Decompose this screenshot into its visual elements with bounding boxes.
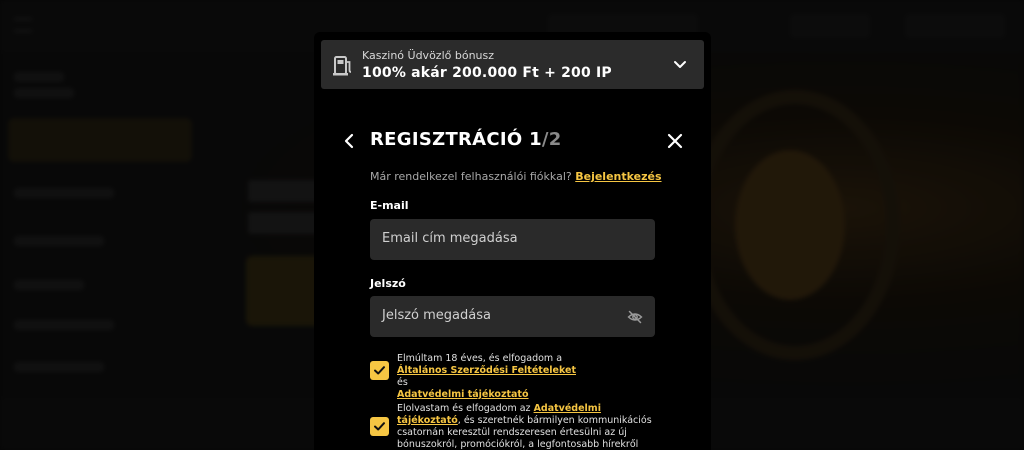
password-field[interactable]: Jelszó megadása — [370, 296, 655, 337]
privacy-link[interactable]: Adatvédelmi tájékoztató — [397, 389, 529, 400]
marketing-checkbox[interactable] — [370, 417, 389, 436]
fuel-pump-icon — [333, 53, 353, 77]
chevron-left-icon[interactable] — [340, 132, 358, 150]
password-placeholder: Jelszó megadása — [382, 308, 491, 323]
check-icon — [374, 422, 385, 431]
login-link[interactable]: Bejelentkezés — [575, 170, 661, 183]
login-prompt: Már rendelkezel felhasználói fiókkal? Be… — [370, 170, 662, 183]
page-title: REGISZTRÁCIÓ 1/2 — [370, 129, 562, 150]
marketing-text: Elolvastam és elfogadom az — [397, 403, 534, 414]
email-field[interactable]: Email cím megadása — [370, 219, 655, 260]
terms-consent-text: Elmúltam 18 éves, és elfogadom a Általán… — [397, 353, 587, 401]
registration-modal: Kaszinó Üdvözlő bónusz 100% akár 200.000… — [314, 32, 711, 450]
check-icon — [374, 366, 385, 375]
email-placeholder: Email cím megadása — [382, 231, 518, 246]
close-icon[interactable] — [666, 132, 684, 150]
login-question: Már rendelkezel felhasználói fiókkal? — [370, 170, 572, 183]
title-step: REGISZTRÁCIÓ 1 — [370, 129, 542, 150]
marketing-consent-text: Elolvastam és elfogadom az Adatvédelmi t… — [397, 403, 659, 450]
eye-off-icon[interactable] — [627, 309, 643, 325]
chevron-down-icon[interactable] — [672, 56, 688, 72]
terms-text: Elmúltam 18 éves, és elfogadom a — [397, 353, 563, 364]
terms-checkbox[interactable] — [370, 361, 389, 380]
terms-text-and: és — [397, 377, 408, 388]
email-label: E-mail — [370, 199, 409, 212]
terms-link[interactable]: Általános Szerződési Feltételeket — [397, 365, 576, 376]
title-step-total: /2 — [541, 129, 562, 150]
password-label: Jelszó — [370, 277, 406, 290]
bonus-subtitle: Kaszinó Üdvözlő bónusz — [362, 49, 495, 62]
bonus-headline: 100% akár 200.000 Ft + 200 IP — [362, 65, 612, 81]
welcome-bonus-selector[interactable]: Kaszinó Üdvözlő bónusz 100% akár 200.000… — [321, 40, 704, 89]
